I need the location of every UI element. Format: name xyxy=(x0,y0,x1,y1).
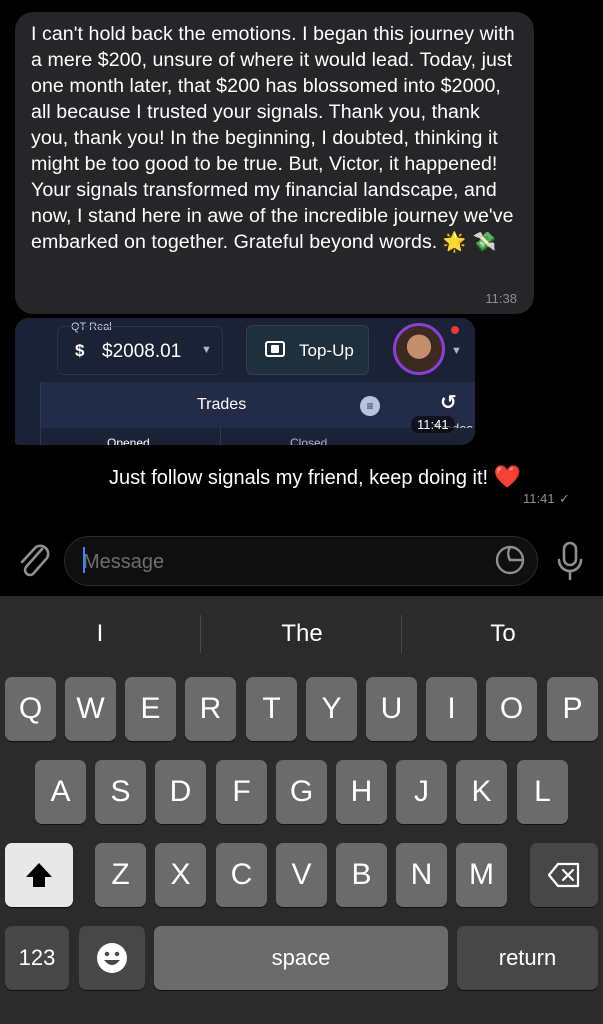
microphone-icon[interactable] xyxy=(554,540,586,582)
message-input[interactable] xyxy=(64,536,538,586)
key-m[interactable]: M xyxy=(456,843,507,907)
key-j[interactable]: J xyxy=(396,760,447,824)
numbers-key[interactable]: 123 xyxy=(5,926,69,990)
smiley-icon xyxy=(97,943,127,973)
outgoing-timestamp: 11:41 xyxy=(523,491,555,506)
key-t[interactable]: T xyxy=(246,677,297,741)
balance-value: $2008.01 xyxy=(102,341,182,362)
key-i[interactable]: I xyxy=(426,677,477,741)
key-l[interactable]: L xyxy=(517,760,568,824)
emoji-key[interactable] xyxy=(79,926,145,990)
return-key[interactable]: return xyxy=(457,926,598,990)
topup-label: Top-Up xyxy=(299,341,354,360)
key-b[interactable]: B xyxy=(336,843,387,907)
sidebar-strip xyxy=(15,382,41,445)
tab-closed: Closed xyxy=(290,436,328,445)
key-k[interactable]: K xyxy=(456,760,507,824)
key-c[interactable]: C xyxy=(216,843,267,907)
incoming-message-bubble[interactable]: I can't hold back the emotions. I began … xyxy=(15,12,534,314)
list-icon: ≡ xyxy=(360,396,380,416)
suggestion-1[interactable]: I xyxy=(80,620,120,648)
key-x[interactable]: X xyxy=(155,843,206,907)
outgoing-message-text: Just follow signals my friend, keep doin… xyxy=(109,467,489,489)
delete-key[interactable] xyxy=(530,843,598,907)
notification-dot xyxy=(451,326,459,334)
incoming-message-text: I can't hold back the emotions. I began … xyxy=(31,23,515,253)
suggestion-divider xyxy=(401,615,402,653)
paperclip-icon[interactable] xyxy=(14,540,52,580)
image-timestamp: 11:41 xyxy=(411,416,455,433)
shift-icon xyxy=(26,863,52,887)
tab-opened: Opened xyxy=(107,436,150,445)
key-r[interactable]: R xyxy=(185,677,236,741)
chevron-down-icon: ▼ xyxy=(201,344,212,356)
history-icon: ↺ xyxy=(440,392,457,414)
dollar-sort-icon: $ xyxy=(75,341,85,360)
message-timestamp: 11:38 xyxy=(485,291,517,306)
backspace-icon xyxy=(547,862,580,888)
key-d[interactable]: D xyxy=(155,760,206,824)
key-u[interactable]: U xyxy=(366,677,417,741)
key-v[interactable]: V xyxy=(276,843,327,907)
topup-button: Top-Up xyxy=(246,325,369,375)
key-q[interactable]: Q xyxy=(5,677,56,741)
key-h[interactable]: H xyxy=(336,760,387,824)
key-n[interactable]: N xyxy=(396,843,447,907)
shift-key[interactable] xyxy=(5,843,73,907)
key-w[interactable]: W xyxy=(65,677,116,741)
heart-emoji: ❤️ xyxy=(493,465,522,490)
key-z[interactable]: Z xyxy=(95,843,146,907)
key-o[interactable]: O xyxy=(486,677,537,741)
key-p[interactable]: P xyxy=(547,677,598,741)
emoji-star-money: 🌟 💸 xyxy=(442,231,497,253)
key-a[interactable]: A xyxy=(35,760,86,824)
double-check-icon: ✓ xyxy=(559,491,570,506)
key-g[interactable]: G xyxy=(276,760,327,824)
message-field[interactable] xyxy=(83,548,483,576)
space-key[interactable]: space xyxy=(154,926,448,990)
trades-title: Trades xyxy=(197,396,247,413)
suggestion-divider xyxy=(200,615,201,653)
key-s[interactable]: S xyxy=(95,760,146,824)
tab-divider xyxy=(220,428,221,445)
sticker-icon[interactable] xyxy=(494,544,526,576)
chevron-down-icon: ▼ xyxy=(451,345,462,357)
text-caret xyxy=(83,547,85,573)
key-f[interactable]: F xyxy=(216,760,267,824)
image-message[interactable]: QT Real $ $2008.01 ▼ Top-Up ▼ Trades ≡ ↺… xyxy=(15,318,475,445)
key-e[interactable]: E xyxy=(125,677,176,741)
wallet-icon xyxy=(265,341,285,357)
avatar xyxy=(393,323,445,375)
balance-box: $ $2008.01 ▼ xyxy=(57,326,223,375)
key-y[interactable]: Y xyxy=(306,677,357,741)
suggestion-3[interactable]: To xyxy=(468,620,538,648)
outgoing-message[interactable]: Just follow signals my friend, keep doin… xyxy=(109,465,521,490)
suggestion-2[interactable]: The xyxy=(262,620,342,648)
